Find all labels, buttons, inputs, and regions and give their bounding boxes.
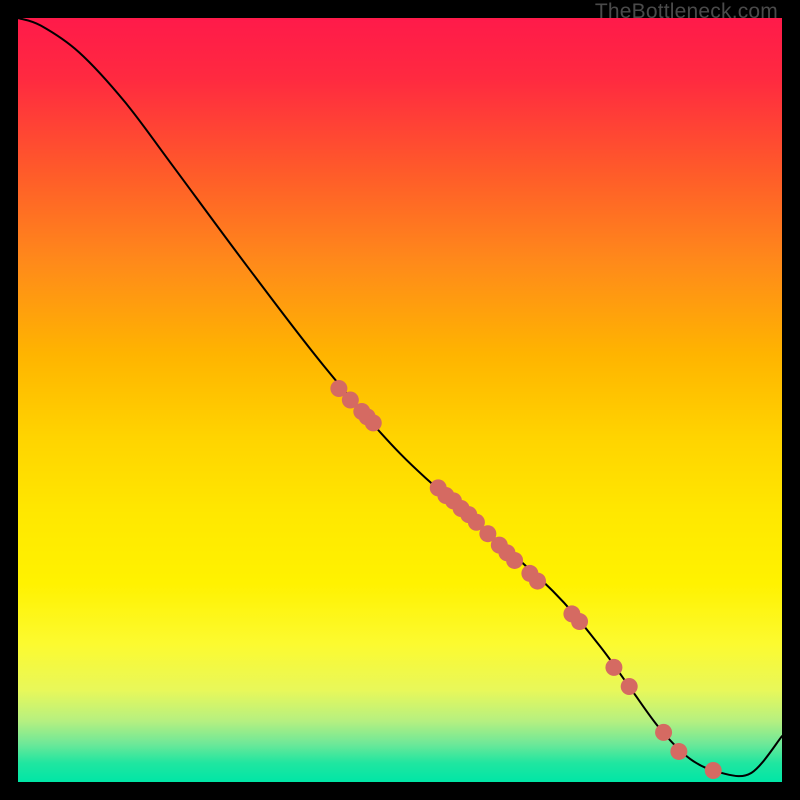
data-marker	[621, 678, 638, 695]
data-marker	[571, 613, 588, 630]
data-marker	[529, 573, 546, 590]
chart-frame: TheBottleneck.com	[0, 0, 800, 800]
data-marker	[365, 414, 382, 431]
marker-group	[330, 380, 721, 779]
data-marker	[506, 552, 523, 569]
data-marker	[705, 762, 722, 779]
chart-svg	[18, 18, 782, 782]
data-marker	[670, 743, 687, 760]
plot-area	[18, 18, 782, 782]
bottleneck-curve	[18, 18, 782, 776]
data-marker	[605, 659, 622, 676]
data-marker	[655, 724, 672, 741]
